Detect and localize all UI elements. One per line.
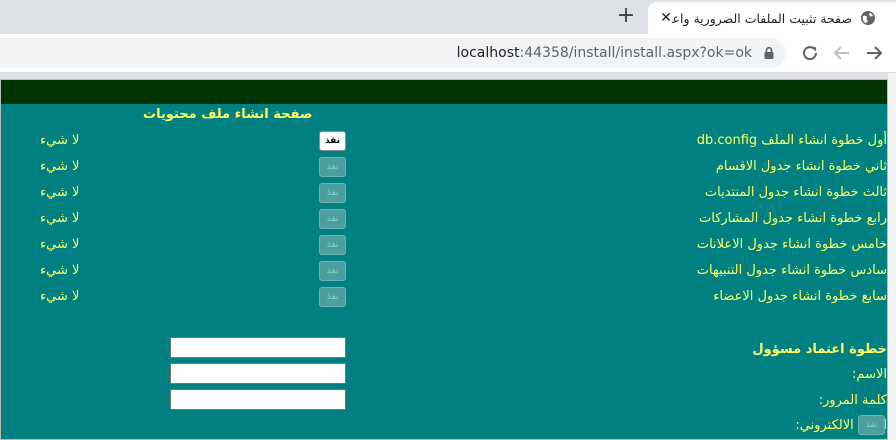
- reload-icon[interactable]: [799, 42, 821, 64]
- install-page: صفحة انشاء ملف محتويات أول خطوة انشاء ال…: [0, 79, 888, 440]
- step-6-label: سادس خطوة انشاء جدول التنبيهات: [696, 263, 887, 278]
- page-top-bar: [1, 80, 887, 104]
- forward-arrow-icon[interactable]: [863, 42, 885, 64]
- address-bar[interactable]: localhost:44358/install/install.aspx?ok=…: [0, 38, 786, 68]
- password-input[interactable]: [170, 363, 346, 384]
- admin-section-title: خطوة اعتماد مسؤول: [752, 342, 887, 357]
- password-label: كلمة المرور:: [818, 393, 887, 408]
- step-3-label: ثالث خطوة انشاء جدول المنتديات: [704, 185, 887, 200]
- step-2-status: لا شيء: [40, 159, 80, 174]
- step-7-label: سابع خطوة انشاء جدول الاعضاء: [713, 289, 887, 304]
- step-5-label: خامس خطوة انشاء جدول الاعلانات: [696, 237, 887, 252]
- new-tab-button[interactable]: +: [614, 5, 638, 28]
- step-1-status: لا شيء: [40, 133, 80, 148]
- step-4-execute-button[interactable]: نفذ: [319, 209, 346, 229]
- step-7-execute-button[interactable]: نفذ: [319, 287, 346, 307]
- step-3-execute-button[interactable]: نفذ: [319, 183, 346, 203]
- step-2-execute-button[interactable]: نفذ: [319, 157, 346, 177]
- step-6-status: لا شيء: [40, 263, 80, 278]
- step-4-status: لا شيء: [40, 211, 80, 226]
- globe-icon: [861, 11, 875, 25]
- url-path: :44358/install/install.aspx?ok=ok: [519, 45, 753, 61]
- step-2-label: ثاني خطوة انشاء جدول الاقسام: [715, 159, 887, 174]
- step-1-label: أول خطوة انشاء الملف db.config: [696, 133, 887, 148]
- step-4-label: رابع خطوة انشاء جدول المشاركات: [699, 211, 887, 226]
- url-text[interactable]: localhost:44358/install/install.aspx?ok=…: [457, 38, 752, 68]
- page-title: صفحة انشاء ملف محتويات: [143, 107, 313, 122]
- tab-title: صفحة تثبيت الملفات الضرورية واعتماد: [672, 11, 852, 26]
- step-5-status: لا شيء: [40, 237, 80, 252]
- name-label: الاسم:: [852, 367, 887, 382]
- step-5-execute-button[interactable]: نفذ: [319, 235, 346, 255]
- toolbar-divider: [0, 72, 896, 73]
- step-1-execute-button[interactable]: نفذ: [319, 131, 346, 151]
- step-3-status: لا شيء: [40, 185, 80, 200]
- lock-icon[interactable]: [762, 46, 776, 60]
- url-host: localhost: [456, 45, 520, 61]
- name-input[interactable]: [170, 337, 346, 358]
- tab-strip: + صفحة تثبيت الملفات الضرورية واعتماد ✕: [0, 0, 896, 34]
- back-arrow-icon[interactable]: [831, 42, 853, 64]
- email-input[interactable]: [170, 389, 346, 410]
- step-6-execute-button[interactable]: نفذ: [319, 261, 346, 281]
- submit-admin-button[interactable]: نفذ: [858, 415, 885, 435]
- step-7-status: لا شيء: [40, 289, 80, 304]
- browser-tab[interactable]: صفحة تثبيت الملفات الضرورية واعتماد ✕: [648, 2, 896, 34]
- browser-toolbar: localhost:44358/install/install.aspx?ok=…: [0, 34, 896, 72]
- scrollbar-track[interactable]: [888, 73, 896, 440]
- close-tab-icon[interactable]: ✕: [658, 10, 674, 26]
